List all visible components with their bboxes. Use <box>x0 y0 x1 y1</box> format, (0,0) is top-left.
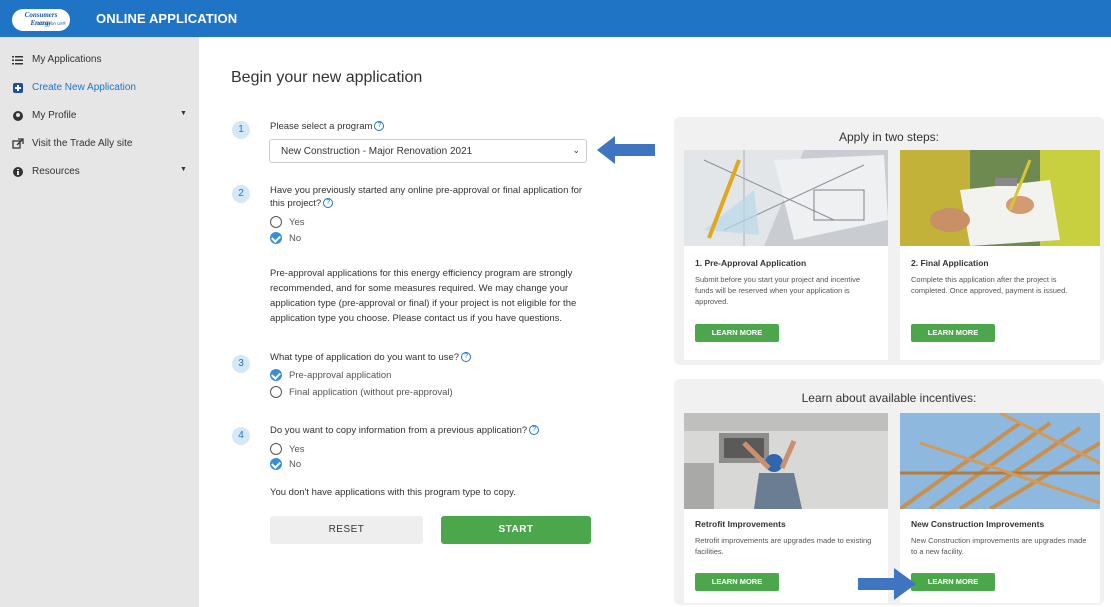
retrofit-image <box>684 413 888 509</box>
steps-panel-title: Apply in two steps: <box>838 130 940 144</box>
no-applications-note: You don't have applications with this pr… <box>270 487 516 498</box>
learn-more-button[interactable]: LEARN MORE <box>911 573 995 591</box>
info-circle-icon <box>12 166 24 178</box>
step3-question-text: What type of application do you want to … <box>270 352 460 363</box>
radio-label-pre-approval: Pre-approval application <box>289 370 392 381</box>
user-circle-icon <box>12 110 24 122</box>
radio-previous-no[interactable] <box>270 232 282 244</box>
new-construction-card: New Construction Improvements New Constr… <box>900 413 1100 603</box>
radio-previous-yes[interactable] <box>270 216 282 228</box>
sidebar: My Applications Create New Application M… <box>0 37 199 607</box>
program-select-value: New Construction - Major Renovation 2021 <box>281 146 473 157</box>
list-icon <box>12 54 24 66</box>
caret-down-icon: ▼ <box>180 110 187 117</box>
learn-more-button[interactable]: LEARN MORE <box>695 573 779 591</box>
radio-label-yes: Yes <box>289 217 305 228</box>
steps-panel: Apply in two steps: 1. Pre-Approval Appl… <box>674 117 1104 365</box>
page-title: Begin your new application <box>231 69 423 86</box>
step1-question-text: Please select a program <box>270 121 373 132</box>
step3-question: What type of application do you want to … <box>270 351 472 364</box>
step-number-2: 2 <box>232 185 250 203</box>
help-icon[interactable]: ? <box>323 198 334 209</box>
program-select[interactable]: New Construction - Major Renovation 2021… <box>269 139 587 163</box>
card-description: Submit before you start your project and… <box>695 275 861 306</box>
workers-clipboard-image <box>900 150 1100 246</box>
step2-question-text: Have you previously started any online p… <box>270 185 583 209</box>
radio-copy-no[interactable] <box>270 458 282 470</box>
step-number-4: 4 <box>232 427 250 445</box>
radio-label-yes: Yes <box>289 444 305 455</box>
card-title: 1. Pre-Approval Application <box>695 258 807 268</box>
sidebar-item-label: My Profile <box>32 110 77 121</box>
card-title: 2. Final Application <box>911 258 989 268</box>
step-number-3: 3 <box>232 355 250 373</box>
card-description: Retrofit improvements are upgrades made … <box>695 536 872 556</box>
plus-box-icon <box>12 82 24 94</box>
sidebar-item-my-profile[interactable]: My Profile ▼ <box>0 106 199 128</box>
card-description: Complete this application after the proj… <box>911 275 1068 295</box>
step2-question: Have you previously started any online p… <box>270 184 592 210</box>
sidebar-item-trade-ally[interactable]: Visit the Trade Ally site <box>0 134 199 156</box>
card-description: New Construction improvements are upgrad… <box>911 536 1087 556</box>
external-link-icon <box>12 138 24 150</box>
pre-approval-notice: Pre-approval applications for this energ… <box>270 268 577 324</box>
help-icon[interactable]: ? <box>374 121 385 132</box>
sidebar-item-resources[interactable]: Resources ▼ <box>0 162 199 184</box>
arrow-right-icon <box>858 568 916 600</box>
incentives-panel-title: Learn about available incentives: <box>801 391 977 405</box>
logo-tagline: Count on Us® <box>37 21 66 26</box>
card-title: New Construction Improvements <box>911 519 1045 529</box>
step4-question: Do you want to copy information from a p… <box>270 424 540 437</box>
sidebar-item-label: Visit the Trade Ally site <box>32 138 133 149</box>
sidebar-item-label: Create New Application <box>32 82 136 93</box>
top-bar: Consumers Energy Count on Us® ONLINE APP… <box>0 0 1111 37</box>
card-title: Retrofit Improvements <box>695 519 786 529</box>
sidebar-item-create-new-application[interactable]: Create New Application <box>0 78 199 100</box>
sidebar-item-my-applications[interactable]: My Applications <box>0 50 199 72</box>
learn-more-button[interactable]: LEARN MORE <box>911 324 995 342</box>
help-icon[interactable]: ? <box>461 352 472 363</box>
step4-question-text: Do you want to copy information from a p… <box>270 425 528 436</box>
caret-down-icon: ▼ <box>180 166 187 173</box>
radio-pre-approval[interactable] <box>270 369 282 381</box>
reset-button[interactable]: RESET <box>270 516 423 544</box>
chevron-down-icon: ⌄ <box>572 145 580 155</box>
radio-final-application[interactable] <box>270 386 282 398</box>
final-application-card: 2. Final Application Complete this appli… <box>900 150 1100 360</box>
sidebar-item-label: My Applications <box>32 54 102 65</box>
radio-label-final-application: Final application (without pre-approval) <box>289 387 453 398</box>
step1-question: Please select a program? <box>270 120 385 133</box>
app-title: ONLINE APPLICATION <box>96 11 238 26</box>
help-icon[interactable]: ? <box>529 425 540 436</box>
blueprint-image <box>684 150 888 246</box>
consumers-energy-logo[interactable]: Consumers Energy Count on Us® <box>12 9 70 31</box>
radio-label-no: No <box>289 459 302 470</box>
learn-more-button[interactable]: LEARN MORE <box>695 324 779 342</box>
roof-trusses-image <box>900 413 1100 509</box>
start-button[interactable]: START <box>441 516 591 544</box>
sidebar-item-label: Resources <box>32 166 80 177</box>
pre-approval-card: 1. Pre-Approval Application Submit befor… <box>684 150 888 360</box>
radio-copy-yes[interactable] <box>270 443 282 455</box>
radio-label-no: No <box>289 233 302 244</box>
arrow-left-icon <box>597 136 655 164</box>
step-number-1: 1 <box>232 121 250 139</box>
